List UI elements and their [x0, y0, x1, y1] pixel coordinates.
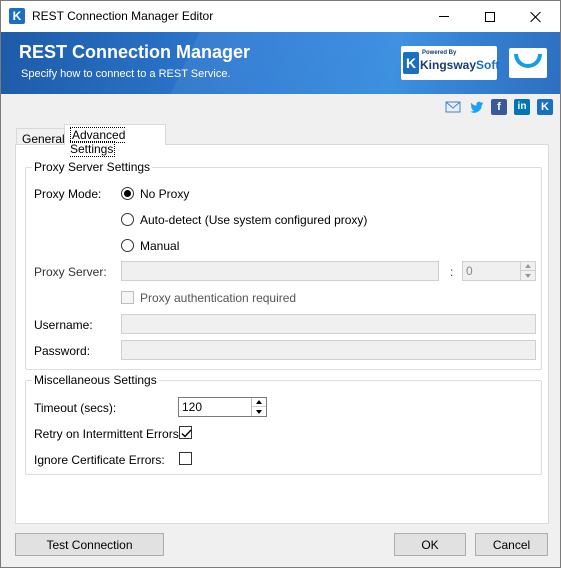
logo-name-part1: Kingsway: [420, 58, 477, 72]
port-spin-down-button[interactable]: [521, 271, 535, 280]
maximize-icon: [485, 11, 495, 22]
minimize-button[interactable]: [421, 1, 467, 32]
social-links-bar: f in K: [1, 94, 560, 121]
auto-detect-label[interactable]: Auto-detect (Use system configured proxy…: [140, 213, 367, 227]
facebook-icon[interactable]: f: [491, 99, 507, 115]
username-input[interactable]: [121, 314, 536, 334]
minimize-icon: [439, 16, 449, 17]
proxy-auth-label: Proxy authentication required: [140, 291, 297, 305]
editor-window: K REST Connection Manager Editor REST Co…: [0, 0, 561, 568]
manual-radio[interactable]: [121, 239, 134, 252]
retry-label: Retry on Intermittent Errors:: [34, 427, 183, 441]
no-proxy-label[interactable]: No Proxy: [140, 187, 189, 201]
port-separator: :: [450, 265, 454, 279]
smile-icon: [514, 54, 542, 68]
misc-settings-legend: Miscellaneous Settings: [32, 373, 159, 387]
title-bar: K REST Connection Manager Editor: [1, 1, 560, 32]
proxy-port-stepper[interactable]: 0: [462, 261, 536, 281]
maximize-button[interactable]: [467, 1, 513, 32]
manual-label[interactable]: Manual: [140, 239, 179, 253]
retry-checkbox[interactable]: [179, 426, 192, 439]
logo-name: KingswaySoft: [420, 58, 499, 72]
proxy-auth-checkbox[interactable]: [121, 291, 134, 304]
ok-button[interactable]: OK: [394, 533, 466, 556]
kingswaysoft-logo: Powered By K KingswaySoft: [403, 50, 499, 76]
twitter-icon[interactable]: [469, 99, 485, 115]
proxy-port-value: 0: [466, 264, 473, 278]
linkedin-icon[interactable]: in: [514, 99, 530, 115]
cancel-button[interactable]: Cancel: [475, 533, 548, 556]
username-label: Username:: [34, 318, 93, 332]
proxy-settings-legend: Proxy Server Settings: [32, 160, 153, 174]
spin-down-icon: [525, 273, 531, 278]
proxy-server-input[interactable]: [121, 261, 439, 281]
timeout-spin-down-button[interactable]: [252, 407, 266, 416]
password-input[interactable]: [121, 340, 536, 360]
ignore-certificate-checkbox[interactable]: [179, 452, 192, 465]
timeout-spin-up-button[interactable]: [252, 398, 266, 407]
timeout-spinner[interactable]: [251, 398, 266, 416]
no-proxy-radio[interactable]: [121, 187, 134, 200]
password-label: Password:: [34, 344, 91, 358]
header-banner: REST Connection Manager Specify how to c…: [1, 32, 560, 94]
smile-logo: [509, 48, 547, 78]
logo-powered-by: Powered By: [422, 50, 457, 56]
logo-name-part2: Soft: [476, 58, 500, 72]
proxy-mode-label: Proxy Mode:: [34, 187, 102, 201]
timeout-value: 120: [182, 400, 203, 414]
ignore-certificate-label: Ignore Certificate Errors:: [34, 453, 165, 467]
port-spin-up-button[interactable]: [521, 262, 535, 271]
miscellaneous-settings-group: Miscellaneous Settings Timeout (secs): 1…: [25, 373, 542, 475]
logo-k-icon: K: [403, 52, 419, 74]
mail-icon[interactable]: [445, 99, 461, 115]
timeout-label: Timeout (secs):: [34, 401, 117, 415]
banner-title: REST Connection Manager: [19, 42, 251, 62]
test-connection-button[interactable]: Test Connection: [15, 533, 164, 556]
kingswaysoft-icon[interactable]: K: [537, 99, 553, 115]
advanced-settings-panel: Proxy Server Settings Proxy Mode: No Pro…: [15, 144, 549, 524]
spin-down-icon: [256, 409, 262, 414]
auto-detect-radio[interactable]: [121, 213, 134, 226]
tab-advanced-settings[interactable]: Advanced Settings: [64, 124, 166, 157]
window-title: REST Connection Manager Editor: [32, 9, 214, 23]
proxy-server-settings-group: Proxy Server Settings Proxy Mode: No Pro…: [25, 160, 542, 370]
proxy-server-label: Proxy Server:: [34, 265, 107, 279]
close-icon: [530, 11, 542, 23]
spin-up-icon: [256, 400, 262, 404]
close-button[interactable]: [513, 1, 559, 32]
kingswaysoft-app-icon: K: [9, 8, 25, 24]
spin-up-icon: [525, 264, 531, 268]
port-spinner[interactable]: [520, 262, 535, 280]
checkmark-icon: [181, 429, 192, 438]
banner-subtitle: Specify how to connect to a REST Service…: [21, 68, 231, 80]
timeout-stepper[interactable]: 120: [178, 397, 267, 417]
